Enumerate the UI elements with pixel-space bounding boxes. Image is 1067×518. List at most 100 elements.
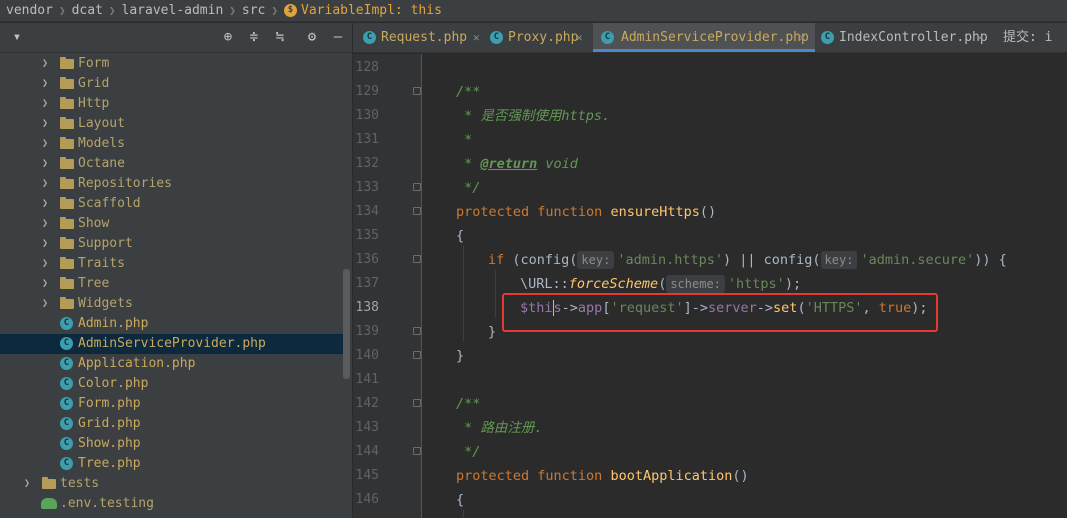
close-icon[interactable]: ✕ [799,23,806,52]
tree-item[interactable]: C Color.php [0,374,343,394]
tree-item[interactable]: ❯ Layout [0,114,343,134]
tree-item[interactable]: C Admin.php [0,314,343,334]
tab-request[interactable]: C Request.php ✕ [363,23,488,52]
folder-icon [60,157,74,169]
chevron-right-icon[interactable]: ❯ [42,294,52,314]
tree-item[interactable]: C Form.php [0,394,343,414]
tree-item[interactable]: C Tree.php [0,454,343,474]
fold-marker[interactable] [413,447,421,455]
code-line-139[interactable]: } [488,320,496,344]
expand-all-icon[interactable]: ≑ [246,29,262,45]
folder-icon [60,297,74,309]
tree-item[interactable]: .env.testing [0,494,343,514]
php-class-icon: C [60,337,73,350]
tree-item-label: Octane [78,156,125,171]
code-line-142[interactable]: /** [456,392,480,416]
tree-item[interactable]: C Grid.php [0,414,343,434]
chevron-right-icon[interactable]: ❯ [42,274,52,294]
close-icon[interactable]: ✕ [576,23,583,52]
chevron-right-icon[interactable]: ❯ [42,54,52,74]
tree-scrollbar[interactable] [343,269,350,379]
code-line-146[interactable]: { [456,488,464,512]
code-line-134[interactable]: protected function ensureHttps() [456,200,716,224]
close-icon[interactable]: ✕ [977,23,984,52]
tree-item[interactable]: ❯ Traits [0,254,343,274]
tab-index-controller[interactable]: C IndexController.php ✕ [821,23,991,52]
tree-item-label: Admin.php [78,316,149,331]
tree-item-label: Models [78,136,125,151]
code-line-129[interactable]: /** [456,80,480,104]
code-line-135[interactable]: { [456,224,464,248]
chevron-right-icon[interactable]: ❯ [42,234,52,254]
fold-marker[interactable] [413,255,421,263]
code-line-143[interactable]: * 路由注册. [456,416,542,440]
php-class-icon: C [821,31,834,44]
chevron-right-icon[interactable]: ❯ [42,154,52,174]
tree-item-label: Show.php [78,436,141,451]
code-line-144[interactable]: */ [456,440,480,464]
line-number: 128 [355,60,379,75]
tree-item[interactable]: ❯ Http [0,94,343,114]
folder-icon [60,77,74,89]
tree-item[interactable]: ❯ Models [0,134,343,154]
chevron-right-icon[interactable]: ❯ [42,194,52,214]
tree-item[interactable]: C Show.php [0,434,343,454]
tree-item[interactable]: ❯ Tree [0,274,343,294]
code-line-133[interactable]: */ [456,176,480,200]
editor-tabs: C Request.php ✕ C Proxy.php ✕ C AdminSer… [353,23,1067,53]
dropdown-icon[interactable]: ▾ [9,29,25,45]
string-literal: 'admin.https' [617,252,723,268]
code-line-140[interactable]: } [456,344,464,368]
minimize-icon[interactable]: — [330,29,346,45]
chevron-right-icon[interactable]: ❯ [24,474,34,494]
tree-item-label: Traits [78,256,125,271]
tab-admin-service-provider[interactable]: C AdminServiceProvider.php ✕ [593,23,815,52]
chevron-right-icon[interactable]: ❯ [42,114,52,134]
chevron-right-icon[interactable]: ❯ [42,214,52,234]
chevron-right-icon[interactable]: ❯ [42,94,52,114]
doc-comment: */ [456,444,481,460]
chevron-right-icon[interactable]: ❯ [42,174,52,194]
locate-icon[interactable]: ⊕ [220,29,236,45]
breadcrumb-item-vendor[interactable]: vendor [6,3,53,18]
tree-item[interactable]: ❯ Scaffold [0,194,343,214]
tree-item[interactable]: C AdminServiceProvider.php [0,334,343,354]
chevron-right-icon[interactable]: ❯ [42,74,52,94]
tree-item[interactable]: ❯ Show [0,214,343,234]
chevron-right-icon[interactable]: ❯ [42,134,52,154]
code-text: ); [784,276,802,292]
fold-marker[interactable] [413,327,421,335]
tab-proxy[interactable]: C Proxy.php ✕ [490,23,590,52]
code-line-130[interactable]: * 是否强制使用https. [456,104,610,128]
tree-item[interactable]: ❯ Support [0,234,343,254]
fold-marker[interactable] [413,351,421,359]
tree-item[interactable]: ❯ Repositories [0,174,343,194]
code-line-132[interactable]: * @return void [456,152,578,176]
tree-item[interactable]: ❯ tests [0,474,343,494]
breadcrumb-item-laravel-admin[interactable]: laravel-admin [122,3,224,18]
close-icon[interactable]: ✕ [473,23,480,52]
function-name: bootApplication [610,468,733,484]
tree-item[interactable]: ❯ Grid [0,74,343,94]
code-line-145[interactable]: protected function bootApplication() [456,464,749,488]
breadcrumb-item-src[interactable]: src [242,3,265,18]
breadcrumb-item-variable[interactable]: VariableImpl: this [301,3,442,18]
code-line-136[interactable]: if (config(key:'admin.https') || config(… [488,248,1007,272]
tree-item-label: tests [60,476,100,491]
doc-comment: * [456,132,473,148]
fold-marker[interactable] [413,399,421,407]
breadcrumb-item-dcat[interactable]: dcat [72,3,103,18]
tree-item[interactable]: ❯ Form [0,54,343,74]
fold-marker[interactable] [413,183,421,191]
chevron-right-icon[interactable]: ❯ [42,254,52,274]
fold-marker[interactable] [413,207,421,215]
code-line-131[interactable]: * [456,128,472,152]
gear-icon[interactable]: ⚙ [304,29,320,45]
fold-marker[interactable] [413,87,421,95]
tree-item[interactable]: ❯ Widgets [0,294,343,314]
tab-commit[interactable]: 提交: i [1003,23,1067,52]
collapse-all-icon[interactable]: ≒ [272,29,288,45]
tree-item[interactable]: C Application.php [0,354,343,374]
doc-comment: */ [456,180,481,196]
tree-item[interactable]: ❯ Octane [0,154,343,174]
